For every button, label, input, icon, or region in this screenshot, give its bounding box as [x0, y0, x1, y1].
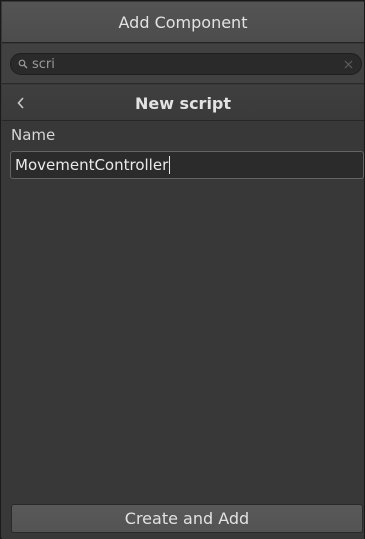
- window-title: Add Component: [2, 2, 364, 43]
- nav-header: New script: [2, 85, 364, 121]
- text-caret: [169, 156, 171, 174]
- new-script-form: Name MovementController: [2, 122, 364, 502]
- create-and-add-label: Create and Add: [124, 509, 250, 528]
- search-value: scri: [32, 56, 55, 72]
- search-input[interactable]: scri: [10, 53, 362, 75]
- search-icon: [16, 53, 30, 75]
- name-label: Name: [11, 126, 56, 144]
- script-name-field[interactable]: MovementController: [10, 151, 364, 179]
- nav-title: New script: [134, 93, 232, 113]
- create-and-add-button[interactable]: Create and Add: [11, 504, 363, 533]
- search-bar: scri: [2, 44, 364, 84]
- footer: Create and Add: [2, 502, 364, 539]
- window-title-label: Add Component: [118, 12, 248, 32]
- chevron-left-icon[interactable]: [12, 93, 30, 113]
- script-name-value: MovementController: [15, 156, 169, 174]
- close-icon[interactable]: [339, 53, 357, 75]
- add-component-window: Add Component scri New script Name Movem…: [0, 0, 365, 539]
